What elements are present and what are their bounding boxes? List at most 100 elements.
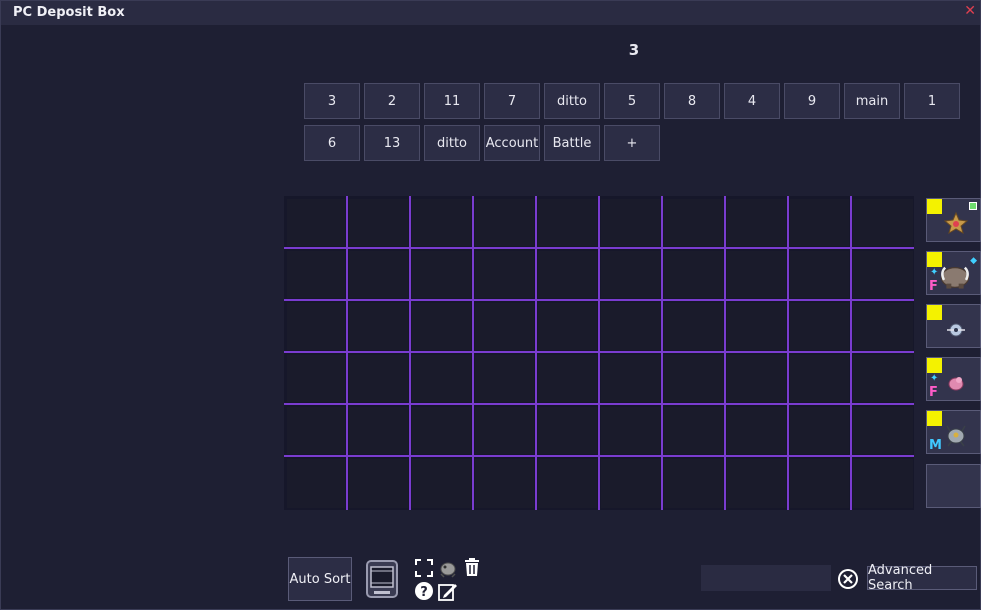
storage-cell[interactable] (853, 407, 913, 454)
box-tab[interactable]: main (844, 83, 900, 119)
box-tab[interactable]: ditto (424, 125, 480, 161)
storage-cell[interactable] (412, 251, 471, 298)
edit-icon[interactable] (438, 581, 458, 601)
pc-device-icon[interactable] (364, 557, 400, 601)
storage-cell[interactable] (853, 355, 913, 402)
storage-cell[interactable] (664, 199, 723, 246)
storage-cell[interactable] (727, 251, 786, 298)
storage-cell[interactable] (601, 459, 660, 508)
pokemon-icon[interactable] (438, 558, 458, 578)
party-slot[interactable]: M (926, 410, 981, 454)
storage-cell[interactable] (664, 407, 723, 454)
storage-cell[interactable] (349, 355, 408, 402)
storage-cell[interactable] (853, 199, 913, 246)
storage-cell[interactable] (601, 407, 660, 454)
title-bar: PC Deposit Box ✕ (1, 1, 980, 25)
storage-cell[interactable] (349, 303, 408, 350)
storage-cell[interactable] (412, 355, 471, 402)
storage-cell[interactable] (664, 355, 723, 402)
storage-cell[interactable] (475, 459, 534, 508)
storage-cell[interactable] (790, 251, 849, 298)
box-tab[interactable]: 8 (664, 83, 720, 119)
storage-cell[interactable] (349, 407, 408, 454)
party-slot-empty[interactable] (926, 464, 981, 508)
storage-cell[interactable] (412, 407, 471, 454)
storage-cell[interactable] (727, 459, 786, 508)
box-tab[interactable]: 5 (604, 83, 660, 119)
starmie-sprite-icon (943, 211, 969, 235)
box-tab[interactable]: 3 (304, 83, 360, 119)
box-tab[interactable]: 4 (724, 83, 780, 119)
window-title: PC Deposit Box (13, 5, 125, 20)
storage-cell[interactable] (853, 303, 913, 350)
storage-cell[interactable] (790, 459, 849, 508)
storage-cell[interactable] (601, 251, 660, 298)
grid-divider (535, 196, 537, 510)
storage-cell[interactable] (727, 407, 786, 454)
storage-cell[interactable] (538, 459, 597, 508)
party-slot[interactable]: ✦ F (926, 357, 981, 401)
storage-cell[interactable] (287, 199, 345, 246)
box-tab[interactable]: 1 (904, 83, 960, 119)
help-icon[interactable]: ? (414, 581, 434, 601)
storage-cell[interactable] (475, 199, 534, 246)
party-slot[interactable] (926, 198, 981, 242)
storage-cell[interactable] (790, 199, 849, 246)
storage-cell[interactable] (475, 303, 534, 350)
box-tab[interactable]: 11 (424, 83, 480, 119)
add-box-tab[interactable]: + (604, 125, 660, 161)
storage-cell[interactable] (349, 199, 408, 246)
storage-cell[interactable] (287, 459, 345, 508)
party-slot[interactable]: ◆ ✦ F (926, 251, 981, 295)
storage-cell[interactable] (287, 407, 345, 454)
storage-cell[interactable] (538, 303, 597, 350)
box-tab[interactable]: 7 (484, 83, 540, 119)
box-tab[interactable]: Account (484, 125, 540, 161)
box-tab[interactable]: 6 (304, 125, 360, 161)
storage-cell[interactable] (727, 199, 786, 246)
storage-cell[interactable] (853, 459, 913, 508)
grid-divider (598, 196, 600, 510)
storage-cell[interactable] (601, 355, 660, 402)
storage-cell[interactable] (601, 303, 660, 350)
storage-cell[interactable] (475, 407, 534, 454)
storage-cell[interactable] (412, 199, 471, 246)
storage-cell[interactable] (349, 251, 408, 298)
storage-cell[interactable] (412, 303, 471, 350)
storage-cell[interactable] (287, 355, 345, 402)
box-tab[interactable]: ditto (544, 83, 600, 119)
search-input[interactable] (701, 565, 831, 591)
storage-cell[interactable] (790, 355, 849, 402)
storage-cell[interactable] (475, 251, 534, 298)
storage-cell[interactable] (853, 251, 913, 298)
storage-cell[interactable] (601, 199, 660, 246)
storage-cell[interactable] (727, 303, 786, 350)
auto-sort-button[interactable]: Auto Sort (288, 557, 352, 601)
storage-cell[interactable] (412, 459, 471, 508)
trash-icon[interactable] (462, 557, 482, 577)
storage-cell[interactable] (538, 199, 597, 246)
svg-text:?: ? (420, 585, 428, 600)
storage-cell[interactable] (664, 303, 723, 350)
fullscreen-icon[interactable] (414, 558, 434, 578)
storage-cell[interactable] (475, 355, 534, 402)
storage-cell[interactable] (790, 407, 849, 454)
storage-cell[interactable] (287, 251, 345, 298)
storage-cell[interactable] (664, 459, 723, 508)
box-tab[interactable]: 13 (364, 125, 420, 161)
party-slot[interactable] (926, 304, 981, 348)
storage-cell[interactable] (664, 251, 723, 298)
storage-cell[interactable] (538, 355, 597, 402)
storage-cell[interactable] (287, 303, 345, 350)
box-tab[interactable]: 9 (784, 83, 840, 119)
storage-cell[interactable] (538, 407, 597, 454)
clear-search-icon[interactable] (837, 568, 859, 590)
storage-cell[interactable] (727, 355, 786, 402)
box-tab[interactable]: 2 (364, 83, 420, 119)
storage-cell[interactable] (538, 251, 597, 298)
storage-cell[interactable] (790, 303, 849, 350)
box-tab[interactable]: Battle (544, 125, 600, 161)
advanced-search-button[interactable]: Advanced Search (867, 563, 977, 593)
close-icon[interactable]: ✕ (964, 3, 976, 19)
storage-cell[interactable] (349, 459, 408, 508)
